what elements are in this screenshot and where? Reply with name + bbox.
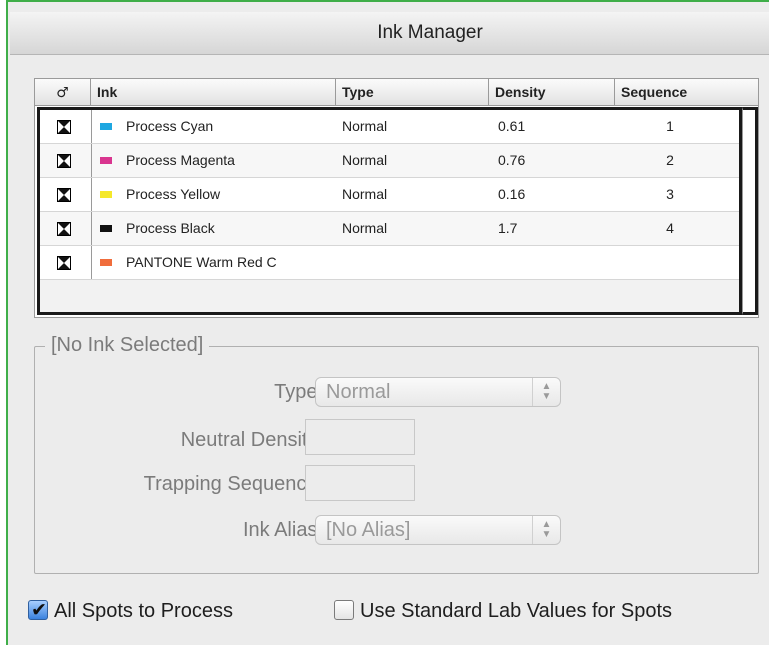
column-header-type[interactable]: Type xyxy=(336,79,489,105)
ink-swatch-icon xyxy=(100,122,112,130)
ink-type-cell[interactable] xyxy=(40,246,92,279)
column-header-ink-type-icon[interactable]: ♂ xyxy=(35,79,91,105)
table-row[interactable]: Process Magenta Normal 0.76 2 xyxy=(40,144,739,178)
ink-details-group: [No Ink Selected] Type: Normal ▲ ▼ Neutra… xyxy=(34,334,759,574)
stepper-arrows-icon: ▲ ▼ xyxy=(532,516,560,544)
process-ink-icon[interactable] xyxy=(57,256,71,270)
table-scrollbar[interactable] xyxy=(742,107,758,315)
ink-type: Normal xyxy=(342,152,388,168)
ink-swatch-icon xyxy=(100,224,112,232)
table-row[interactable]: Process Cyan Normal 0.61 1 xyxy=(40,110,739,144)
ink-type-cell[interactable] xyxy=(40,110,92,143)
ink-alias-popup[interactable]: [No Alias] ▲ ▼ xyxy=(315,515,561,545)
column-header-sequence[interactable]: Sequence xyxy=(615,79,758,105)
ink-alias-popup-value: [No Alias] xyxy=(326,519,411,541)
ink-name: Process Magenta xyxy=(126,152,235,168)
empty-row xyxy=(40,280,739,312)
ink-name: Process Yellow xyxy=(126,186,221,202)
ink-density: 0.61 xyxy=(498,118,526,134)
ink-density: 0.16 xyxy=(498,186,526,202)
process-ink-icon[interactable] xyxy=(57,188,71,202)
ink-sequence xyxy=(620,246,720,279)
all-spots-to-process-checkbox[interactable] xyxy=(28,597,48,623)
ink-density: 1.7 xyxy=(498,220,518,236)
all-spots-to-process-label: All Spots to Process xyxy=(54,600,233,622)
ink-sequence: 1 xyxy=(666,118,674,134)
table-row[interactable]: PANTONE Warm Red C xyxy=(40,246,739,280)
process-ink-icon[interactable] xyxy=(57,154,71,168)
process-ink-icon[interactable] xyxy=(57,120,71,134)
person-icon: ♂ xyxy=(56,85,69,101)
ink-name: PANTONE Warm Red C xyxy=(126,254,277,270)
ink-name-cell: Process Cyan xyxy=(100,110,340,143)
ink-sequence: 3 xyxy=(666,186,674,202)
column-header-density[interactable]: Density xyxy=(489,79,615,105)
ink-density xyxy=(498,246,618,279)
ink-list-table: ♂ Ink Type Density Sequence Process Cyan… xyxy=(34,78,759,318)
ink-name-cell: Process Magenta xyxy=(100,144,340,177)
ink-swatch-icon xyxy=(100,156,112,164)
ink-name-cell: Process Yellow xyxy=(100,178,340,211)
trapping-sequence-label: Trapping Sequence: xyxy=(143,473,323,495)
table-row[interactable]: Process Yellow Normal 0.16 3 xyxy=(40,178,739,212)
table-row[interactable]: Process Black Normal 1.7 4 xyxy=(40,212,739,246)
ink-type: Normal xyxy=(342,118,388,134)
all-spots-to-process-option[interactable]: All Spots to Process xyxy=(28,597,233,624)
ink-sequence: 4 xyxy=(666,220,674,236)
stepper-arrows-icon: ▲ ▼ xyxy=(532,378,560,406)
ink-manager-window: Ink Manager ♂ Ink Type Density Sequence … xyxy=(6,0,769,645)
neutral-density-field[interactable] xyxy=(305,419,415,455)
process-ink-icon[interactable] xyxy=(57,222,71,236)
ink-name: Process Cyan xyxy=(126,118,214,134)
ink-name: Process Black xyxy=(126,220,215,236)
ink-swatch-icon xyxy=(100,258,112,266)
ink-rows: Process Cyan Normal 0.61 1 Process Magen… xyxy=(37,107,742,315)
ink-type-cell[interactable] xyxy=(40,178,92,211)
ink-type: Normal xyxy=(342,186,388,202)
ink-sequence: 2 xyxy=(666,152,674,168)
trapping-sequence-field[interactable] xyxy=(305,465,415,501)
use-standard-lab-option[interactable]: Use Standard Lab Values for Spots xyxy=(334,598,672,624)
ink-type-cell[interactable] xyxy=(40,144,92,177)
ink-name-cell: PANTONE Warm Red C xyxy=(100,246,340,279)
group-title: [No Ink Selected] xyxy=(45,334,210,357)
window-title: Ink Manager xyxy=(377,22,483,43)
column-header-ink[interactable]: Ink xyxy=(91,79,336,105)
type-popup[interactable]: Normal ▲ ▼ xyxy=(315,377,561,407)
ink-density: 0.76 xyxy=(498,152,526,168)
neutral-density-label: Neutral Density: xyxy=(180,429,323,451)
use-standard-lab-label: Use Standard Lab Values for Spots xyxy=(360,600,673,622)
ink-name-cell: Process Black xyxy=(100,212,340,245)
ink-swatch-icon xyxy=(100,190,112,198)
ink-type xyxy=(342,246,492,279)
ink-type-cell[interactable] xyxy=(40,212,92,245)
table-header: ♂ Ink Type Density Sequence xyxy=(35,79,758,106)
ink-alias-label: Ink Alias: xyxy=(242,519,323,541)
ink-type: Normal xyxy=(342,220,388,236)
use-standard-lab-checkbox[interactable] xyxy=(334,599,354,620)
type-popup-value: Normal xyxy=(326,381,391,403)
title-bar: Ink Manager xyxy=(10,12,769,55)
